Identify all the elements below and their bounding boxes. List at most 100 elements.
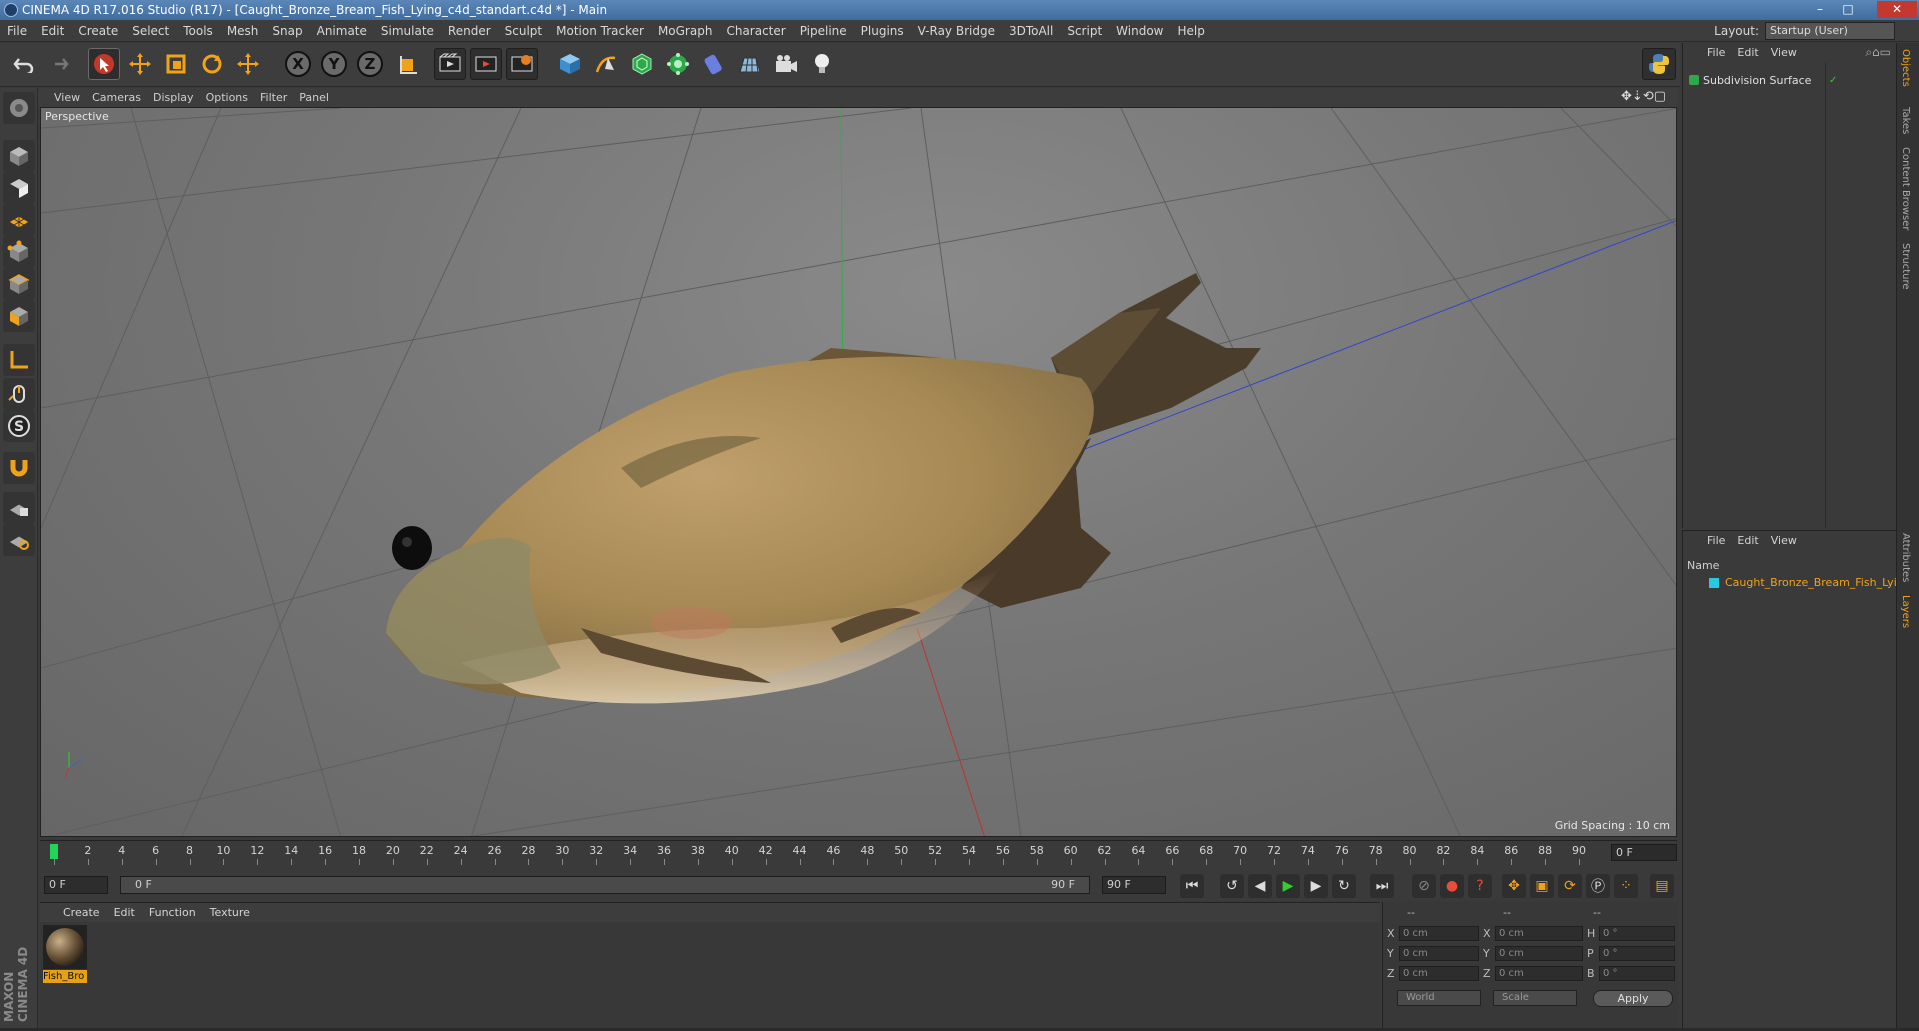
tab-structure[interactable]: Structure (1900, 243, 1911, 290)
size-z-field[interactable]: 0 cm (1495, 966, 1583, 981)
camera-object-icon[interactable] (770, 48, 802, 80)
layer-row[interactable]: Caught_Bronze_Bream_Fish_Lying (1683, 575, 1911, 591)
menu-plugins[interactable]: Plugins (854, 20, 911, 42)
snap-icon[interactable]: S (3, 410, 35, 442)
object-menu-view[interactable]: View (1765, 43, 1803, 63)
menu-pipeline[interactable]: Pipeline (793, 20, 854, 42)
z-axis-lock[interactable]: Z (354, 48, 386, 80)
rot-p-field[interactable]: 0 ° (1599, 946, 1675, 961)
record-keys-icon[interactable]: ● (1440, 874, 1464, 898)
end-frame-field[interactable]: 90 F (1102, 876, 1166, 894)
menu-sculpt[interactable]: Sculpt (498, 20, 549, 42)
pos-x-field[interactable]: 0 cm (1399, 926, 1479, 941)
tab-objects[interactable]: Objects (1900, 49, 1911, 87)
tab-content-browser[interactable]: Content Browser (1900, 147, 1911, 230)
viewport-menu-display[interactable]: Display (147, 88, 200, 107)
workplane-snap-icon[interactable] (3, 524, 35, 556)
viewport-navigation-icons[interactable]: ✥⇣⟲▢ (1621, 89, 1666, 104)
rot-b-field[interactable]: 0 ° (1599, 966, 1675, 981)
goto-start-icon[interactable]: ⏮ (1180, 874, 1204, 898)
menu-simulate[interactable]: Simulate (374, 20, 441, 42)
goto-end-icon[interactable]: ⏭ (1370, 874, 1394, 898)
tweak-mode-icon[interactable] (3, 378, 35, 410)
render-view-icon[interactable] (434, 48, 466, 80)
rot-h-field[interactable]: 0 ° (1599, 926, 1675, 941)
material-menu-texture[interactable]: Texture (203, 903, 257, 923)
material-menu-create[interactable]: Create (56, 903, 107, 923)
python-icon[interactable] (1642, 48, 1676, 80)
y-axis-lock[interactable]: Y (318, 48, 350, 80)
visibility-check-icon[interactable]: ✓ (1829, 75, 1837, 86)
menu-render[interactable]: Render (441, 20, 498, 42)
redo-icon[interactable] (42, 48, 74, 80)
viewport-menu-cameras[interactable]: Cameras (86, 88, 147, 107)
key-position-icon[interactable]: ✥ (1502, 874, 1526, 898)
select-tool-icon[interactable] (88, 48, 120, 80)
menu-select[interactable]: Select (125, 20, 176, 42)
motion-record-icon[interactable]: ⊘ (1412, 874, 1436, 898)
menu-animate[interactable]: Animate (310, 20, 374, 42)
material-menu-function[interactable]: Function (142, 903, 203, 923)
edges-mode-icon[interactable] (3, 268, 35, 300)
menu-character[interactable]: Character (719, 20, 792, 42)
move-tool-icon[interactable] (124, 48, 156, 80)
magnet-icon[interactable] (3, 452, 35, 484)
subdivision-surface-icon[interactable] (626, 48, 658, 80)
layer-menu-edit[interactable]: Edit (1731, 531, 1764, 551)
layer-menu-file[interactable]: File (1701, 531, 1731, 551)
minimize-button[interactable]: – (1807, 1, 1833, 18)
next-frame-icon[interactable]: ▶ (1304, 874, 1328, 898)
tab-attributes[interactable]: Attributes (1900, 533, 1911, 582)
menu-create[interactable]: Create (71, 20, 125, 42)
current-frame-field[interactable]: 0 F (1611, 844, 1677, 861)
menu-snap[interactable]: Snap (265, 20, 309, 42)
perspective-viewport[interactable]: Perspective Grid Spacing : 10 cm (40, 107, 1677, 837)
axis-mode-icon[interactable] (3, 344, 35, 376)
viewport-menu-view[interactable]: View (48, 88, 86, 107)
next-key-icon[interactable]: ↻ (1332, 874, 1356, 898)
maximize-button[interactable]: □ (1835, 1, 1861, 18)
prev-frame-icon[interactable]: ◀ (1248, 874, 1272, 898)
viewport-camera-label[interactable]: Perspective (45, 110, 109, 123)
prev-key-icon[interactable]: ↺ (1220, 874, 1244, 898)
workplane-mode-icon[interactable] (3, 204, 35, 236)
render-settings-icon[interactable] (506, 48, 538, 80)
tab-takes[interactable]: Takes (1900, 107, 1911, 134)
pen-spline-icon[interactable] (590, 48, 622, 80)
model-mode-icon[interactable] (3, 140, 35, 172)
menu-tools[interactable]: Tools (176, 20, 220, 42)
light-object-icon[interactable] (806, 48, 838, 80)
material-name[interactable]: Fish_Bro (43, 970, 87, 983)
material-menu-edit[interactable]: Edit (107, 903, 142, 923)
menu-script[interactable]: Script (1060, 20, 1109, 42)
transform-tool-icon[interactable] (232, 48, 264, 80)
timeline-window-icon[interactable]: ▤ (1650, 874, 1674, 898)
key-parameter-icon[interactable]: Ⓟ (1586, 874, 1610, 898)
apply-button[interactable]: Apply (1593, 990, 1673, 1007)
menu-mesh[interactable]: Mesh (220, 20, 266, 42)
menu-3dtoall[interactable]: 3DToAll (1002, 20, 1060, 42)
viewport-menu-options[interactable]: Options (200, 88, 254, 107)
scale-tool-icon[interactable] (160, 48, 192, 80)
pos-z-field[interactable]: 0 cm (1399, 966, 1479, 981)
menu-mograph[interactable]: MoGraph (651, 20, 720, 42)
close-button[interactable]: ✕ (1877, 1, 1917, 18)
play-icon[interactable]: ▶ (1276, 874, 1300, 898)
viewport-menu-filter[interactable]: Filter (254, 88, 293, 107)
material-preview[interactable] (43, 925, 87, 969)
object-menu-file[interactable]: File (1701, 43, 1731, 63)
size-x-field[interactable]: 0 cm (1495, 926, 1583, 941)
menu-window[interactable]: Window (1109, 20, 1170, 42)
object-manager-search-icon[interactable]: ⌕⌂▭ (1865, 45, 1891, 60)
coordinate-system-icon[interactable] (392, 48, 424, 80)
playhead-marker[interactable] (50, 844, 58, 859)
object-menu-edit[interactable]: Edit (1731, 43, 1764, 63)
menu-edit[interactable]: Edit (34, 20, 71, 42)
cloner-icon[interactable] (662, 48, 694, 80)
size-mode-dropdown[interactable]: Scale (1493, 990, 1577, 1006)
layer-menu-view[interactable]: View (1765, 531, 1803, 551)
menu-file[interactable]: File (0, 20, 34, 42)
deformer-icon[interactable] (698, 48, 730, 80)
key-scale-icon[interactable]: ▣ (1530, 874, 1554, 898)
key-rotation-icon[interactable]: ⟳ (1558, 874, 1582, 898)
